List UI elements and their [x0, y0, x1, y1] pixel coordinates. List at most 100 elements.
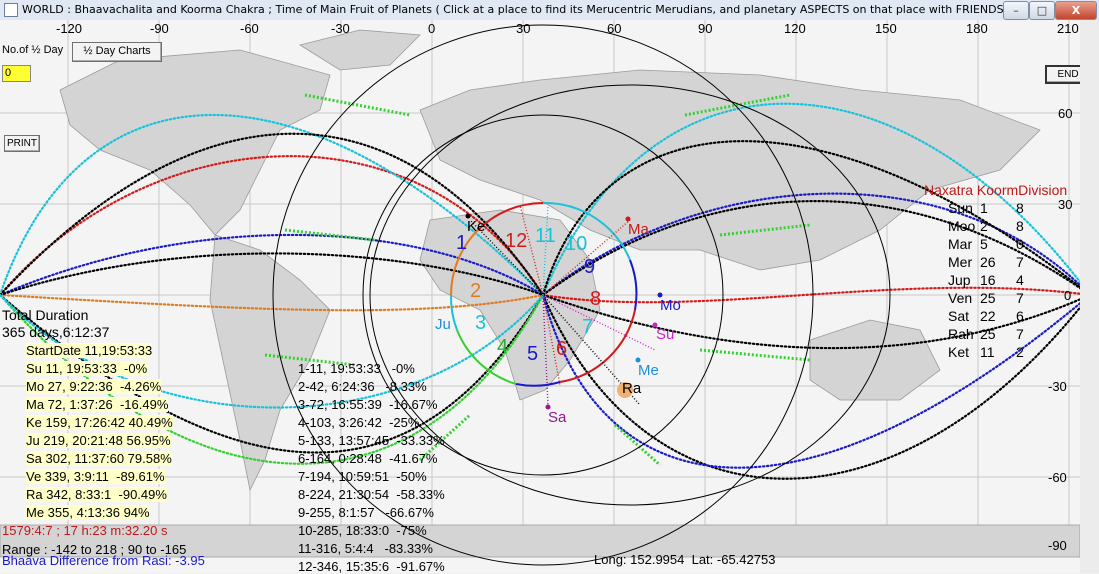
house-number-7: 7 [582, 316, 594, 338]
planet-label-sun: Su [656, 326, 675, 343]
title-bar: WORLD : Bhaavachalita and Koorma Chakra … [0, 0, 1099, 21]
navatara-cell-div: 8 [1016, 200, 1024, 216]
app-icon [4, 3, 18, 17]
navatara-cell-planet: Jup [948, 272, 971, 288]
house-time-row: 5-133, 13:57:45 -33.33% [298, 433, 445, 448]
house-number-9: 9 [584, 256, 596, 278]
lat-tick: -30 [1048, 379, 1067, 394]
house-number-4: 4 [497, 336, 509, 358]
navatara-cell-nak: 22 [980, 308, 996, 324]
planet-time-row: Me 355, 4:13:36 94% [26, 505, 150, 520]
house-time-row: 12-346, 15:35:6 -91.67% [298, 559, 445, 574]
navatara-cell-nak: 25 [980, 326, 996, 342]
lat-tick: 0 [1064, 288, 1072, 303]
house-number-5: 5 [527, 343, 539, 365]
house-time-row: 10-285, 18:33:0 -75% [298, 523, 427, 538]
planet-time-row: Sa 302, 11:37:60 79.58% [26, 451, 172, 466]
house-time-row: 11-316, 5:4:4 -83.33% [298, 541, 433, 556]
lon-tick: -60 [240, 21, 259, 36]
house-time-row: 9-255, 8:1:57 -66.67% [298, 505, 434, 520]
navatara-cell-div: 7 [1016, 326, 1024, 342]
navatara-cell-nak: 25 [980, 290, 996, 306]
lon-tick: 0 [428, 21, 436, 36]
house-number-10: 10 [565, 233, 588, 255]
navatara-cell-div: 0 [1016, 236, 1024, 252]
lon-tick: -90 [150, 21, 169, 36]
lat-tick: 60 [1058, 106, 1073, 121]
lon-tick: -120 [56, 21, 83, 36]
navatara-cell-nak: 16 [980, 272, 996, 288]
house-number-1: 1 [456, 232, 468, 254]
planet-label-mars: Ma [628, 221, 649, 238]
print-button[interactable]: PRINT [4, 135, 40, 152]
house-time-row: 7-194, 10:59:51 -50% [298, 469, 427, 484]
navatara-cell-div: 2 [1016, 344, 1024, 360]
half-day-input[interactable]: 0 [2, 65, 31, 82]
navatara-cell-nak: 11 [980, 344, 995, 360]
lon-tick: 120 [784, 21, 806, 36]
house-number-3: 3 [475, 312, 487, 334]
house-number-8: 8 [590, 288, 602, 310]
planet-time-row: Ma 72, 1:37:26 -16.49% [26, 397, 169, 412]
lon-tick: 180 [966, 21, 988, 36]
world-map-chart[interactable]: -120 -90 -60 -30 0 30 60 90 120 150 180 … [0, 20, 1099, 574]
house-time-row: 1-11, 19:53:33 -0% [298, 361, 415, 376]
lat-tick: 30 [1058, 197, 1073, 212]
navatara-cell-div: 7 [1016, 254, 1024, 270]
lat-tick: -60 [1048, 470, 1067, 485]
planet-label-mercury: Me [638, 362, 659, 379]
lon-tick: 210 [1057, 21, 1079, 36]
half-day-count-label: No.of ½ Day [2, 44, 64, 56]
bhaava-difference: Bhaava Difference from Rasi: -3.95 [2, 553, 205, 568]
house-number-6: 6 [556, 338, 568, 360]
navatara-cell-planet: Ven [948, 290, 973, 306]
navatara-cell-planet: Moo [948, 218, 976, 234]
planet-label-moon: Mo [660, 297, 681, 314]
maximize-button[interactable]: □ [1029, 1, 1055, 20]
planet-time-row: Ra 342, 8:33:1 -90.49% [26, 487, 167, 502]
planet-time-row: Ke 159, 17:26:42 40.49% [26, 415, 173, 430]
total-duration-value: 365 days,6:12:37 [2, 324, 110, 340]
house-time-row: 3-72, 16:55:39 -16.67% [298, 397, 438, 412]
vertical-scrollbar[interactable] [1080, 20, 1099, 573]
planet-label-jupiter: Ju [435, 316, 451, 333]
navatara-cell-div: 4 [1016, 272, 1024, 288]
lon-tick: 60 [607, 21, 622, 36]
lon-tick: -30 [331, 21, 350, 36]
lon-tick: 150 [875, 21, 897, 36]
navatara-cell-planet: Mar [948, 236, 973, 252]
house-time-row: 6-164, 0:28:48 -41.67% [298, 451, 438, 466]
house-number-12: 12 [505, 230, 528, 252]
planet-time-row: Ju 219, 20:21:48 56.95% [26, 433, 171, 448]
minimize-button[interactable]: – [1003, 1, 1029, 20]
lat-tick: -90 [1048, 538, 1067, 553]
navatara-cell-planet: Ket [948, 344, 970, 360]
lon-tick: 90 [698, 21, 713, 36]
total-duration-label: Total Duration [2, 307, 89, 323]
window-title: WORLD : Bhaavachalita and Koorma Chakra … [22, 3, 1037, 16]
planet-time-row: Su 11, 19:53:33 -0% [26, 361, 148, 376]
navatara-cell-planet: Mer [948, 254, 973, 270]
navatara-cell-nak: 2 [980, 218, 988, 234]
time-readout: 1579:4:7 ; 17 h:23 m:32.20 s [2, 523, 168, 538]
close-button[interactable]: X [1055, 1, 1097, 20]
half-day-charts-button[interactable]: ½ Day Charts [72, 42, 162, 62]
navatara-cell-planet: Rah [948, 326, 974, 342]
planet-time-row: Mo 27, 9:22:36 -4.26% [26, 379, 162, 394]
house-time-row: 2-42, 6:24:36 -8.33% [298, 379, 427, 394]
planet-label-saturn: Sa [548, 409, 567, 426]
planet-label-ketu: Ke [467, 218, 486, 235]
house-number-11: 11 [535, 225, 556, 247]
navatara-heading: Naxatra KoormDivision [924, 182, 1068, 198]
lon-tick: 30 [516, 21, 531, 36]
planet-label-rahu: Ra [622, 380, 642, 397]
navatara-cell-div: 8 [1016, 218, 1024, 234]
navatara-cell-nak: 5 [980, 236, 988, 252]
start-date: StartDate 11,19:53:33 [26, 343, 153, 358]
navatara-cell-div: 6 [1016, 308, 1024, 324]
planet-time-row: Ve 339, 3:9:11 -89.61% [26, 469, 165, 484]
navatara-cell-div: 7 [1016, 290, 1024, 306]
cursor-coordinates: Long: 152.9954 Lat: -65.42753 [594, 552, 776, 567]
navatara-cell-nak: 1 [980, 200, 988, 216]
navatara-cell-planet: Sat [948, 308, 970, 324]
